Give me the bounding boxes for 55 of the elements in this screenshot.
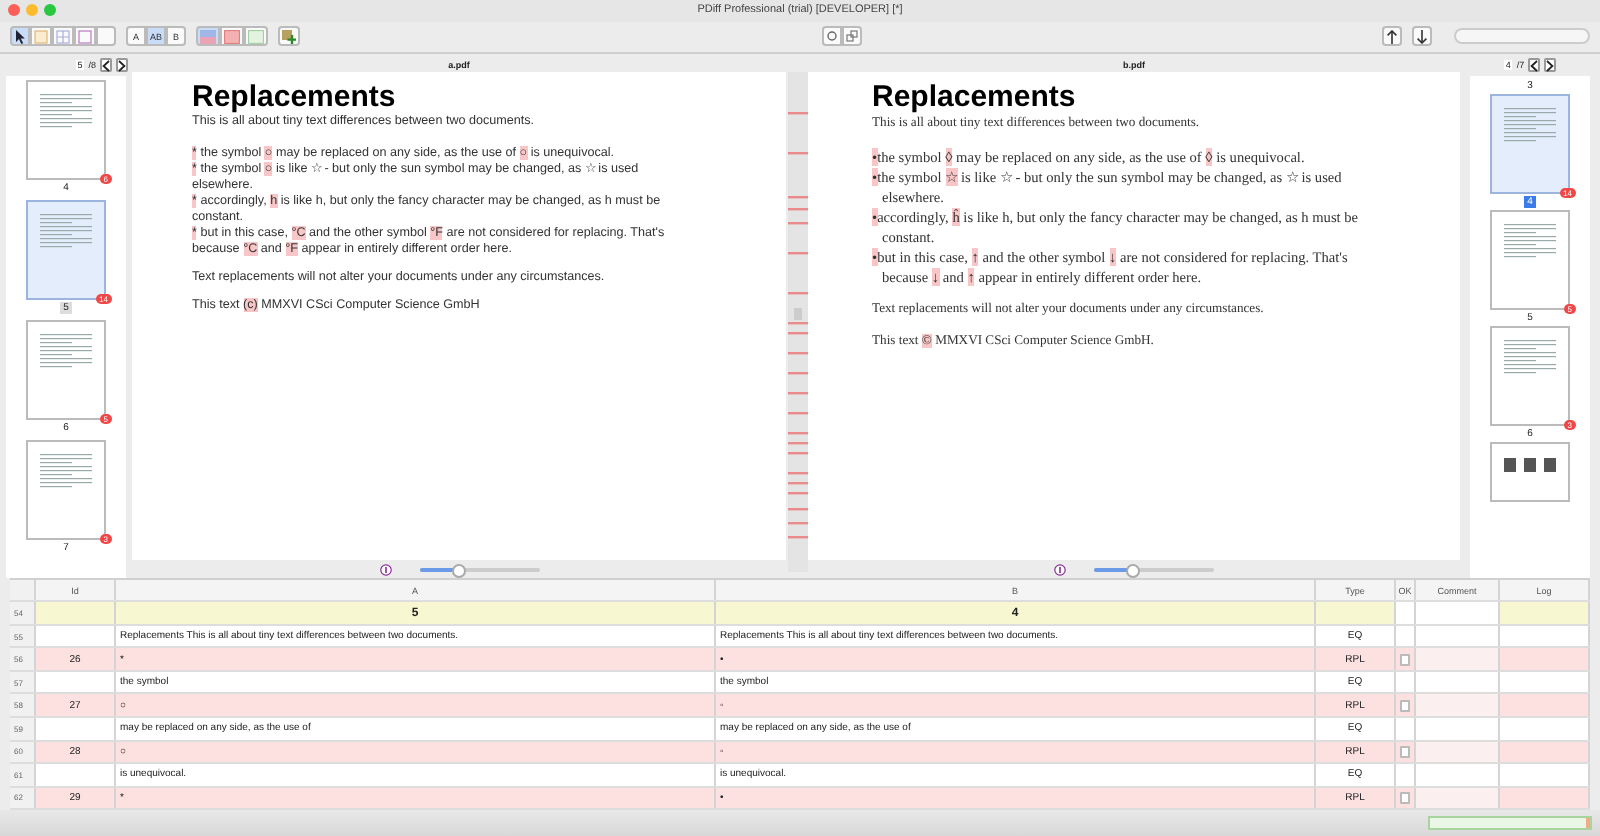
pointer-button[interactable] (10, 26, 30, 47)
arrow-up-icon (1386, 29, 1399, 44)
square-icon (224, 29, 241, 44)
split-view-icon (200, 29, 217, 44)
page-text-drawing (1504, 103, 1556, 144)
table-cell[interactable] (1416, 787, 1500, 809)
next-page-button[interactable] (116, 58, 128, 73)
toolbar-button[interactable] (841, 26, 862, 47)
previous-page-button[interactable] (1528, 58, 1541, 73)
add-icon (282, 29, 297, 44)
tool-button[interactable] (96, 26, 116, 47)
chevron-left-icon (102, 59, 110, 72)
close-button[interactable] (8, 4, 20, 16)
chevron-right-icon (118, 59, 126, 72)
next-button[interactable] (1412, 26, 1433, 47)
page-text-drawing (1504, 219, 1556, 260)
info-icon[interactable] (1054, 563, 1066, 576)
tool-button[interactable] (74, 26, 96, 47)
table-cell[interactable] (1416, 694, 1500, 716)
page-text-drawing (40, 329, 92, 370)
document-heading: Replacements (872, 81, 1078, 114)
chevron-left-icon (1530, 59, 1539, 72)
table-cell[interactable] (1416, 602, 1500, 624)
search-field[interactable] (1454, 28, 1591, 45)
page-thumbnail[interactable] (1490, 441, 1570, 502)
view-button[interactable] (220, 26, 245, 47)
page-text-drawing (40, 209, 92, 250)
minimize-button[interactable] (26, 4, 38, 16)
page-text-drawing (1504, 335, 1556, 376)
document-heading: Replacements (192, 81, 398, 114)
info-icon[interactable] (379, 563, 391, 576)
ok-checkbox[interactable] (1400, 791, 1410, 804)
page-text-drawing (40, 89, 92, 130)
grid-icon (56, 29, 70, 44)
view-button[interactable] (244, 26, 269, 47)
zoom-button[interactable] (44, 4, 56, 16)
view-button[interactable] (196, 26, 221, 47)
table-cell[interactable] (1416, 741, 1500, 763)
page-text-drawing (40, 449, 92, 490)
chevron-right-icon (1546, 59, 1555, 72)
square-icon (78, 29, 92, 44)
ok-checkbox[interactable] (1400, 653, 1410, 666)
add-button[interactable] (278, 26, 301, 47)
pointer-icon (14, 29, 26, 44)
arrow-down-icon (1416, 29, 1429, 44)
square-icon (34, 29, 48, 44)
toolbar-button[interactable] (821, 26, 842, 47)
ok-checkbox[interactable] (1400, 745, 1410, 758)
previous-page-button[interactable] (100, 58, 112, 73)
ok-checkbox[interactable] (1400, 699, 1410, 712)
table-cell[interactable] (1416, 648, 1500, 670)
next-page-button[interactable] (1544, 58, 1557, 73)
square-icon (248, 29, 265, 44)
previous-button[interactable] (1382, 26, 1403, 47)
tool-button[interactable] (52, 26, 74, 47)
